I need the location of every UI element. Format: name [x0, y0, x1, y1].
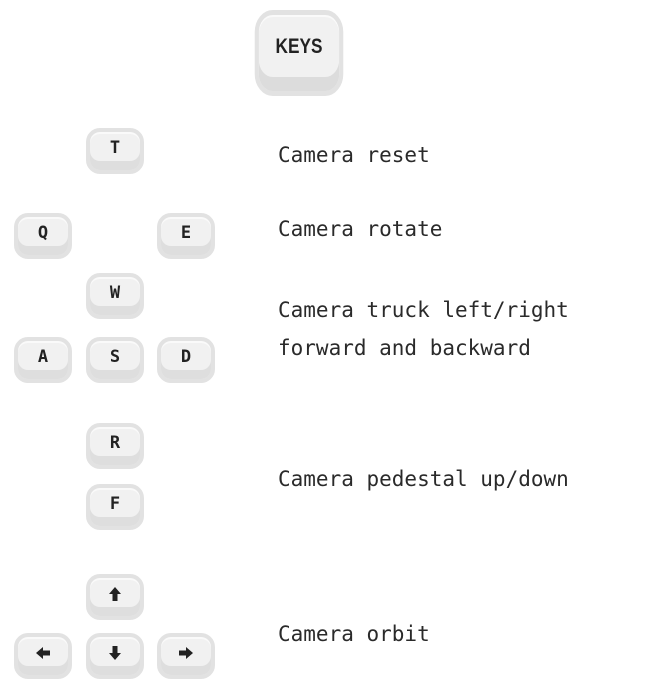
label-camera-orbit: Camera orbit — [278, 622, 430, 646]
key-t: T — [86, 128, 144, 174]
key-d: D — [157, 337, 215, 383]
down-arrow-icon — [108, 645, 122, 661]
key-s: S — [86, 337, 144, 383]
key-up — [86, 574, 144, 620]
key-r: R — [86, 423, 144, 469]
key-e: E — [157, 213, 215, 259]
label-camera-truck-line2: forward and backward — [278, 336, 531, 360]
up-arrow-icon — [108, 586, 122, 602]
label-camera-reset: Camera reset — [278, 143, 430, 167]
key-q: Q — [14, 213, 72, 259]
key-w: W — [86, 273, 144, 319]
label-camera-pedestal: Camera pedestal up/down — [278, 467, 569, 491]
key-right — [157, 633, 215, 679]
key-f: F — [86, 484, 144, 530]
label-camera-truck-line1: Camera truck left/right — [278, 298, 569, 322]
key-down — [86, 633, 144, 679]
keys-title: KEYS — [254, 10, 344, 96]
right-arrow-icon — [178, 646, 194, 660]
left-arrow-icon — [35, 646, 51, 660]
key-a: A — [14, 337, 72, 383]
label-camera-rotate: Camera rotate — [278, 217, 443, 241]
key-left — [14, 633, 72, 679]
